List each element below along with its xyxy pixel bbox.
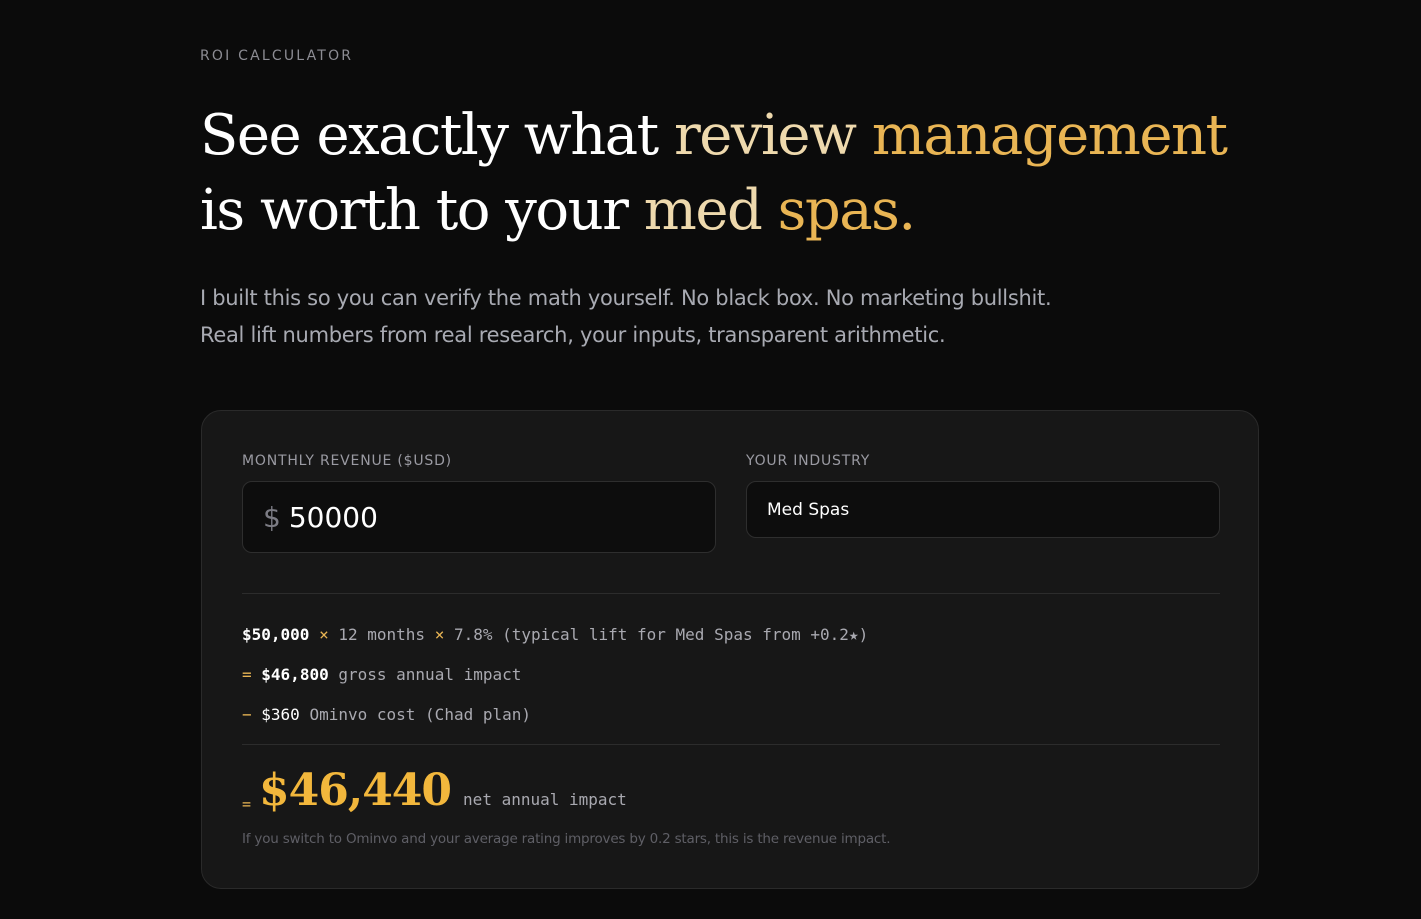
net-impact-row: = $46,440 net annual impact	[242, 757, 627, 817]
page-subtitle: I built this so you can verify the math …	[200, 280, 1200, 354]
calculation-line-gross: = $46,800 gross annual impact	[242, 665, 521, 684]
minus-operator: −	[242, 705, 252, 724]
headline-line1-accent-light: review	[673, 103, 872, 168]
net-annual-impact-label: net annual impact	[463, 790, 627, 809]
calc-gross-label: gross annual impact	[338, 665, 522, 684]
subtitle-line-2: Real lift numbers from real research, yo…	[200, 323, 946, 347]
page-headline: See exactly what review management is wo…	[200, 98, 1300, 248]
divider	[242, 744, 1220, 745]
calculation-line-cost: − $360 Ominvo cost (Chad plan)	[242, 705, 531, 724]
headline-line1-plain: See exactly what	[200, 103, 674, 168]
subtitle-line-1: I built this so you can verify the math …	[200, 286, 1052, 310]
industry-selected-value: Med Spas	[767, 499, 850, 520]
equals-operator: =	[242, 795, 252, 813]
calc-gross-value: $46,800	[261, 665, 329, 684]
roi-calculator-page: ROI CALCULATOR See exactly what review m…	[0, 0, 1421, 919]
headline-line2-accent-light: med	[643, 178, 778, 243]
dollar-sign-icon: $	[263, 500, 281, 534]
calc-months: 12 months	[338, 625, 426, 644]
eyebrow-label: ROI CALCULATOR	[200, 48, 354, 64]
divider	[242, 593, 1220, 594]
industry-label: YOUR INDUSTRY	[746, 453, 871, 469]
monthly-revenue-field[interactable]: $	[242, 481, 716, 553]
calc-lift: 7.8% (typical lift for Med Spas from +0.…	[453, 625, 869, 644]
calc-monthly-revenue: $50,000	[242, 625, 310, 644]
multiply-operator: ×	[434, 625, 445, 644]
industry-select[interactable]: Med Spas	[746, 481, 1220, 538]
monthly-revenue-input[interactable]	[288, 500, 669, 534]
equals-operator: =	[242, 665, 252, 684]
calculator-card: MONTHLY REVENUE ($USD) YOUR INDUSTRY $ M…	[201, 410, 1259, 889]
calc-cost-label: Ominvo cost (Chad plan)	[309, 705, 532, 724]
headline-line2-accent: spas.	[777, 178, 917, 243]
multiply-operator: ×	[319, 625, 329, 644]
headline-line1-accent: management	[871, 103, 1228, 168]
calculation-line-revenue: $50,000 × 12 months × 7.8% (typical lift…	[242, 625, 868, 644]
monthly-revenue-label: MONTHLY REVENUE ($USD)	[242, 453, 452, 469]
footnote: If you switch to Ominvo and your average…	[242, 831, 891, 847]
calc-cost-value: $360	[261, 705, 300, 724]
headline-line2-plain: is worth to your	[200, 178, 644, 243]
net-annual-impact-value: $46,440	[259, 765, 452, 816]
